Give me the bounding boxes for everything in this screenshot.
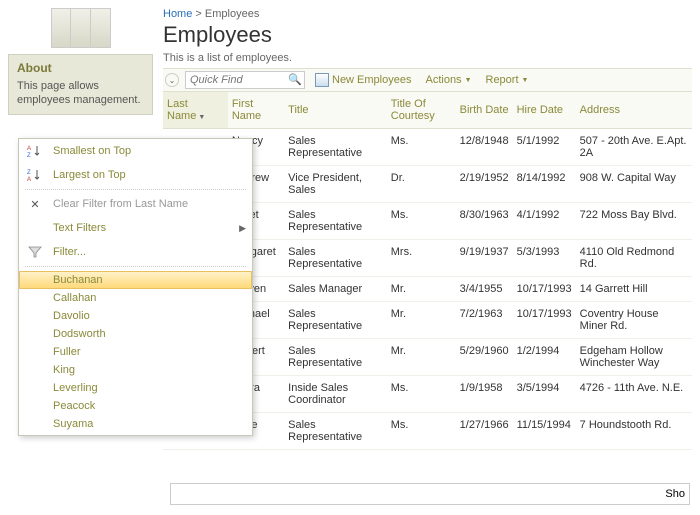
cell-address: 507 - 20th Ave. E.Apt. 2A <box>576 129 692 166</box>
col-birth-date[interactable]: Birth Date <box>456 92 513 129</box>
page-description: This is a list of employees. <box>163 52 692 64</box>
sort-indicator-icon: ▼ <box>198 114 205 121</box>
cell-courtesy: Mr. <box>387 277 456 302</box>
filter-value[interactable]: Buchanan <box>19 271 252 289</box>
sort-asc-icon: AZ <box>25 143 45 159</box>
cell-address: 4726 - 11th Ave. N.E. <box>576 376 692 413</box>
chevron-down-icon: ▼ <box>465 77 472 84</box>
svg-text:Z: Z <box>27 170 31 176</box>
cell-address: 7 Houndstooth Rd. <box>576 413 692 450</box>
cell-birth: 9/19/1937 <box>456 240 513 277</box>
actions-menu[interactable]: Actions▼ <box>421 74 475 86</box>
cell-hire: 11/15/1994 <box>513 413 576 450</box>
cell-title: Inside Sales Coordinator <box>284 376 387 413</box>
svg-text:Z: Z <box>27 153 31 158</box>
col-courtesy[interactable]: Title Of Courtesy <box>387 92 456 129</box>
cell-address: Edgeham Hollow Winchester Way <box>576 339 692 376</box>
cell-birth: 7/2/1963 <box>456 302 513 339</box>
app-logo-icon <box>51 8 111 48</box>
column-filter-menu: AZ Smallest on Top ZA Largest on Top ✕ C… <box>18 138 253 436</box>
cell-courtesy: Ms. <box>387 203 456 240</box>
cell-courtesy: Dr. <box>387 166 456 203</box>
filter-value[interactable]: Leverling <box>19 379 252 397</box>
col-first-name[interactable]: First Name <box>228 92 284 129</box>
clear-filter-icon: ✕ <box>25 196 45 212</box>
cell-courtesy: Ms. <box>387 129 456 166</box>
about-text: This page allows employees management. <box>17 79 144 108</box>
cell-birth: 1/27/1966 <box>456 413 513 450</box>
cell-hire: 4/1/1992 <box>513 203 576 240</box>
cell-title: Sales Representative <box>284 203 387 240</box>
cell-address: 908 W. Capital Way <box>576 166 692 203</box>
new-icon <box>315 73 329 87</box>
cell-title: Sales Representative <box>284 240 387 277</box>
cell-address: Coventry House Miner Rd. <box>576 302 692 339</box>
filter-value[interactable]: Dodsworth <box>19 325 252 343</box>
bottom-input[interactable] <box>170 483 690 505</box>
cell-title: Sales Representative <box>284 129 387 166</box>
filter-value[interactable]: Fuller <box>19 343 252 361</box>
cell-birth: 8/30/1963 <box>456 203 513 240</box>
cell-title: Vice President, Sales <box>284 166 387 203</box>
cell-hire: 10/17/1993 <box>513 302 576 339</box>
cell-courtesy: Ms. <box>387 413 456 450</box>
cell-address: 722 Moss Bay Blvd. <box>576 203 692 240</box>
toolbar-expand-button[interactable]: ⌄ <box>165 73 179 87</box>
svg-text:A: A <box>27 146 31 152</box>
breadcrumb-current: Employees <box>205 8 259 20</box>
breadcrumb: Home > Employees <box>163 8 692 20</box>
search-icon[interactable]: 🔍 <box>288 73 302 86</box>
sort-desc-icon: ZA <box>25 167 45 183</box>
filter-value[interactable]: Callahan <box>19 289 252 307</box>
col-address[interactable]: Address <box>576 92 692 129</box>
cell-hire: 10/17/1993 <box>513 277 576 302</box>
filter-value[interactable]: Peacock <box>19 397 252 415</box>
cell-hire: 1/2/1994 <box>513 339 576 376</box>
cell-courtesy: Mr. <box>387 339 456 376</box>
search-input[interactable] <box>185 71 305 89</box>
cell-courtesy: Mr. <box>387 302 456 339</box>
clear-filter[interactable]: ✕ Clear Filter from Last Name <box>19 192 252 216</box>
filter-value[interactable]: Suyama <box>19 415 252 433</box>
cell-address: 14 Garrett Hill <box>576 277 692 302</box>
cell-courtesy: Ms. <box>387 376 456 413</box>
cell-birth: 5/29/1960 <box>456 339 513 376</box>
col-last-name[interactable]: Last Name▼ <box>163 92 228 129</box>
submenu-arrow-icon: ▶ <box>239 223 246 234</box>
cell-hire: 5/3/1993 <box>513 240 576 277</box>
cell-address: 4110 Old Redmond Rd. <box>576 240 692 277</box>
cell-title: Sales Representative <box>284 413 387 450</box>
cell-courtesy: Mrs. <box>387 240 456 277</box>
text-filters-submenu[interactable]: Text Filters ▶ <box>19 216 252 240</box>
cell-title: Sales Representative <box>284 302 387 339</box>
filter-value[interactable]: Davolio <box>19 307 252 325</box>
breadcrumb-home[interactable]: Home <box>163 8 192 20</box>
cell-title: Sales Representative <box>284 339 387 376</box>
about-heading: About <box>17 61 144 75</box>
cell-hire: 3/5/1994 <box>513 376 576 413</box>
cell-birth: 2/19/1952 <box>456 166 513 203</box>
sort-ascending[interactable]: AZ Smallest on Top <box>19 139 252 163</box>
page-title: Employees <box>163 22 692 48</box>
chevron-down-icon: ▼ <box>522 77 529 84</box>
cell-birth: 1/9/1958 <box>456 376 513 413</box>
cell-hire: 8/14/1992 <box>513 166 576 203</box>
filter-custom[interactable]: Filter... <box>19 240 252 264</box>
funnel-icon <box>25 244 45 260</box>
filter-value[interactable]: King <box>19 361 252 379</box>
about-panel: About This page allows employees managem… <box>8 54 153 115</box>
new-employees-button[interactable]: New Employees <box>311 73 415 87</box>
col-title[interactable]: Title <box>284 92 387 129</box>
cell-birth: 12/8/1948 <box>456 129 513 166</box>
toolbar: ⌄ 🔍 New Employees Actions▼ Report▼ <box>163 68 692 92</box>
cell-birth: 3/4/1955 <box>456 277 513 302</box>
cell-title: Sales Manager <box>284 277 387 302</box>
sort-descending[interactable]: ZA Largest on Top <box>19 163 252 187</box>
report-menu[interactable]: Report▼ <box>482 74 533 86</box>
col-hire-date[interactable]: Hire Date <box>513 92 576 129</box>
cell-hire: 5/1/1992 <box>513 129 576 166</box>
svg-text:A: A <box>27 177 31 182</box>
